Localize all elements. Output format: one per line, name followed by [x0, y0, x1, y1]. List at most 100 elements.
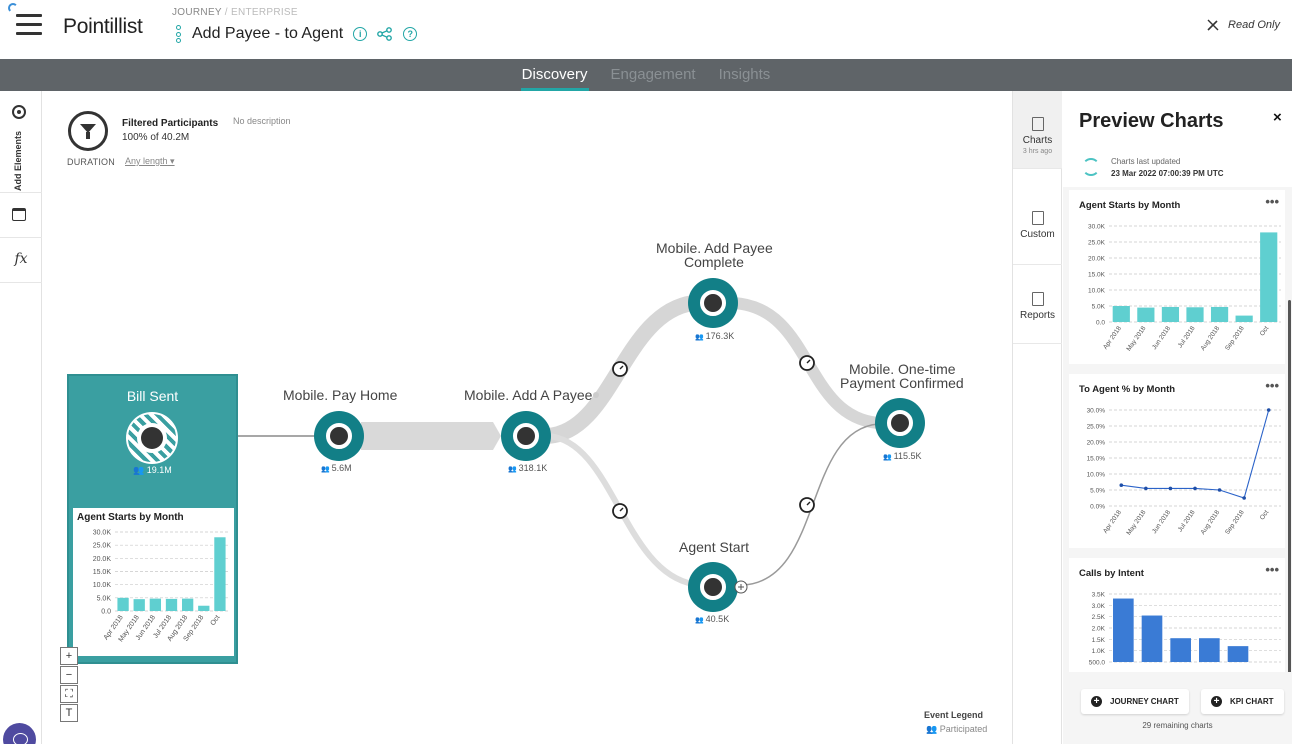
target-icon: [12, 105, 26, 119]
hamburger-menu-icon[interactable]: [16, 14, 42, 36]
x-tick-label: Jun 2018: [1151, 325, 1172, 351]
remaining-charts-count: 29 remaining charts: [1142, 721, 1213, 730]
node-count-payment-confirmed: 115.5K: [883, 451, 922, 461]
y-tick-label: 25.0K: [93, 543, 112, 550]
y-tick-label: 15.0%: [1087, 456, 1106, 463]
y-tick-label: 500.0: [1089, 660, 1106, 667]
node-count-add-payee-complete: 176.3K: [695, 331, 735, 341]
x-tick-label: Aug 2018: [1200, 325, 1222, 352]
text-toggle-button[interactable]: T: [60, 704, 78, 722]
node-label-agent-start: Agent Start: [679, 539, 750, 555]
more-options-icon[interactable]: •••: [1265, 194, 1279, 209]
x-tick-label: Jul 2018: [1177, 325, 1197, 349]
zoom-tools: + − ⛶ T: [60, 647, 78, 723]
node-label-add-payee-complete-1: Mobile. Add Payee: [656, 240, 773, 256]
chart-point: [1168, 486, 1173, 491]
x-tick-label: May 2018: [1125, 509, 1147, 537]
x-tick-label: Apr 2018: [1102, 509, 1123, 535]
chart-bar: [198, 605, 210, 611]
more-options-icon[interactable]: •••: [1265, 378, 1279, 393]
chart-bar: [181, 598, 194, 611]
x-tick-label: Jun 2018: [1151, 509, 1172, 535]
x-tick-label: Oct: [210, 614, 222, 627]
to-agent-preview-svg: 0.0% 5.0% 10.0% 15.0% 20.0% 25.0% 30.0% Apr 201…: [1087, 408, 1281, 537]
y-tick-label: 5.0K: [1092, 304, 1106, 311]
preview-chart-card: To Agent % by Month ••• 0.0% 5.0% 10.0% 15.…: [1069, 374, 1285, 548]
add-elements-button[interactable]: Add Elements: [0, 97, 42, 193]
x-tick-label: Apr 2018: [1102, 325, 1123, 351]
y-tick-label: 30.0K: [1088, 224, 1106, 231]
calendar-icon: [12, 208, 26, 221]
journey-options-icon[interactable]: [176, 25, 182, 43]
timer-icon[interactable]: [799, 497, 815, 513]
chart-bar: [149, 598, 162, 611]
event-node-add-payee-complete[interactable]: [688, 278, 738, 328]
tab-discovery[interactable]: Discovery: [520, 59, 589, 91]
charts-updated-label: Charts last updated: [1111, 157, 1181, 166]
help-icon[interactable]: ?: [403, 27, 418, 41]
chart-bar: [1137, 307, 1155, 322]
x-tick-label: Jul 2018: [1177, 509, 1197, 533]
chart-bar: [214, 537, 226, 611]
zoom-in-button[interactable]: +: [60, 647, 78, 665]
bill-sent-title: Bill Sent: [126, 388, 179, 404]
tab-engagement[interactable]: Engagement: [610, 59, 697, 91]
preview-charts-list[interactable]: Agent Starts by Month ••• 0.0 5.0K 10.0K 15…: [1063, 187, 1292, 672]
y-tick-label: 0.0%: [1090, 504, 1105, 511]
chat-icon[interactable]: [3, 723, 36, 744]
add-node-icon[interactable]: [734, 580, 748, 594]
chart-bar: [1186, 307, 1204, 322]
chart-bar: [133, 599, 145, 611]
calendar-button[interactable]: [0, 194, 42, 238]
refresh-icon[interactable]: [1082, 158, 1100, 176]
tab-insights[interactable]: Insights: [718, 59, 772, 91]
preview-footer: + JOURNEY CHART + KPI CHART 29 remaining…: [1063, 672, 1292, 744]
plus-icon: +: [1211, 696, 1222, 707]
formula-button[interactable]: fx: [0, 239, 42, 283]
y-tick-label: 15.0K: [1088, 272, 1106, 279]
zoom-out-button[interactable]: −: [60, 666, 78, 684]
event-node-agent-start[interactable]: [688, 562, 738, 612]
event-legend-title: Event Legend: [924, 710, 984, 720]
event-node-pay-home[interactable]: [314, 411, 364, 461]
preview-charts-panel: Preview Charts × Charts last updated 23 …: [1063, 91, 1292, 744]
info-icon[interactable]: i: [353, 27, 368, 41]
scrollbar[interactable]: [1288, 300, 1291, 672]
timer-icon[interactable]: [612, 503, 628, 519]
left-toolbar: Add Elements fx: [0, 91, 42, 744]
chart-point: [1193, 486, 1197, 491]
add-journey-chart-button[interactable]: + JOURNEY CHART: [1081, 689, 1189, 714]
close-icon[interactable]: ×: [1273, 109, 1282, 126]
breadcrumb-parent[interactable]: JOURNEY: [172, 7, 222, 18]
chart-bar: [1199, 638, 1220, 662]
more-options-icon[interactable]: •••: [1265, 562, 1279, 577]
y-tick-label: 25.0K: [1088, 240, 1106, 247]
breadcrumb-current: ENTERPRISE: [230, 7, 298, 18]
timer-icon[interactable]: [612, 361, 628, 377]
y-tick-label: 15.0K: [93, 569, 112, 576]
chart-bar: [165, 598, 178, 611]
y-tick-label: 20.0%: [1087, 440, 1106, 447]
rail-item-reports[interactable]: Reports: [1013, 266, 1062, 344]
bill-sent-start-node[interactable]: Bill Sent 👥 19.1M Agent Starts by Month …: [67, 374, 238, 664]
bill-sent-node-icon[interactable]: [126, 412, 178, 464]
y-tick-label: 10.0K: [93, 582, 112, 589]
bill-sent-chart: Agent Starts by Month 0.0 5.0K 10.0K 15.0K 2…: [73, 508, 234, 656]
rail-item-charts[interactable]: Charts 3 hrs ago: [1013, 91, 1062, 169]
x-tick-label: Oct: [1259, 509, 1271, 521]
share-icon[interactable]: [377, 27, 393, 41]
report-icon: [1031, 292, 1044, 306]
add-kpi-chart-button[interactable]: + KPI CHART: [1201, 689, 1284, 714]
node-count-pay-home: 5.6M: [321, 463, 352, 473]
fit-screen-button[interactable]: ⛶: [60, 685, 78, 703]
main-nav: Discovery Engagement Insights: [0, 59, 1292, 91]
chart-point: [1119, 483, 1124, 487]
y-tick-label: 20.0K: [93, 556, 112, 563]
chart-point: [1144, 486, 1148, 491]
timer-icon[interactable]: [799, 355, 815, 371]
rail-item-custom[interactable]: Custom: [1013, 187, 1062, 265]
event-node-add-a-payee[interactable]: [501, 411, 551, 461]
event-node-payment-confirmed[interactable]: [875, 398, 925, 448]
journey-canvas[interactable]: Filtered Participants 100% of 40.2M No d…: [43, 91, 1012, 744]
y-tick-label: 0.0: [101, 609, 111, 616]
